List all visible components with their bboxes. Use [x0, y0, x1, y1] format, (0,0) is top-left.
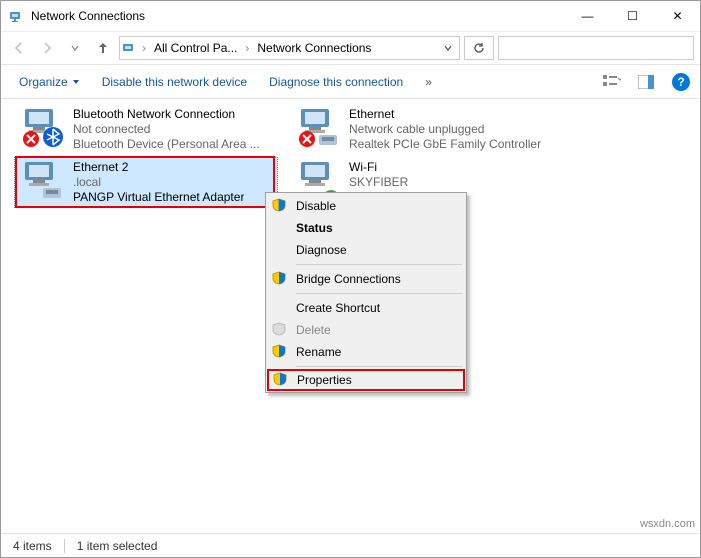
minimize-button[interactable]: —: [565, 1, 610, 31]
ctx-rename[interactable]: Rename: [268, 341, 464, 363]
connection-status: Network cable unplugged: [349, 122, 541, 137]
titlebar: Network Connections — ☐ ✕: [1, 1, 700, 31]
ctx-label: Disable: [296, 199, 336, 213]
connection-status: SKYFIBER: [349, 175, 408, 190]
spacer-icon: [272, 300, 288, 316]
connection-item-ethernet[interactable]: Ethernet Network cable unplugged Realtek…: [291, 105, 553, 154]
chevron-right-icon[interactable]: ›: [140, 41, 148, 55]
connection-device: Bluetooth Device (Personal Area ...: [73, 137, 260, 152]
item-count: 4 items: [13, 539, 52, 553]
organize-button[interactable]: Organize: [11, 71, 88, 93]
close-button[interactable]: ✕: [655, 1, 700, 31]
view-options-button[interactable]: [598, 70, 626, 94]
separator: [296, 264, 462, 265]
address-field[interactable]: › All Control Pa... › Network Connection…: [119, 36, 460, 60]
preview-pane-button[interactable]: [632, 70, 660, 94]
help-button[interactable]: ?: [672, 73, 690, 91]
separator: [64, 539, 65, 553]
ctx-delete: Delete: [268, 319, 464, 341]
ctx-bridge[interactable]: Bridge Connections: [268, 268, 464, 290]
app-icon: [9, 8, 25, 24]
network-connections-window: Network Connections — ☐ ✕ › All Control …: [0, 0, 701, 558]
ctx-disable[interactable]: Disable: [268, 195, 464, 217]
window-controls: — ☐ ✕: [565, 1, 700, 31]
separator: [296, 366, 462, 367]
ctx-properties[interactable]: Properties: [267, 369, 465, 391]
disable-device-button[interactable]: Disable this network device: [94, 71, 255, 93]
connection-device: Realtek PCIe GbE Family Controller: [349, 137, 541, 152]
refresh-button[interactable]: [464, 36, 494, 60]
shield-icon: [272, 198, 288, 214]
breadcrumb-current[interactable]: Network Connections: [253, 37, 375, 59]
shield-icon: [272, 271, 288, 287]
selected-count: 1 item selected: [77, 539, 158, 553]
more-commands-button[interactable]: »: [417, 71, 440, 93]
maximize-button[interactable]: ☐: [610, 1, 655, 31]
connection-name: Ethernet 2: [73, 160, 244, 175]
up-button[interactable]: [91, 36, 115, 60]
connection-status: .local: [73, 175, 244, 190]
connection-name: Wi-Fi: [349, 160, 408, 175]
watermark: wsxdn.com: [640, 518, 695, 530]
ctx-label: Properties: [297, 373, 352, 387]
ctx-label: Diagnose: [296, 243, 347, 257]
ctx-label: Delete: [296, 323, 331, 337]
breadcrumb-root[interactable]: All Control Pa...: [150, 37, 241, 59]
connection-status: Not connected: [73, 122, 260, 137]
diagnose-connection-button[interactable]: Diagnose this connection: [261, 71, 411, 93]
connection-device: PANGP Virtual Ethernet Adapter: [73, 190, 244, 205]
ctx-create-shortcut[interactable]: Create Shortcut: [268, 297, 464, 319]
spacer-icon: [272, 242, 288, 258]
forward-button[interactable]: [35, 36, 59, 60]
ctx-label: Create Shortcut: [296, 301, 380, 315]
connection-item-ethernet2[interactable]: Ethernet 2 .local PANGP Virtual Ethernet…: [15, 158, 277, 207]
context-menu: Disable Status Diagnose Bridge Connectio…: [265, 192, 467, 393]
spacer-icon: [272, 220, 288, 236]
connection-item-bluetooth[interactable]: Bluetooth Network Connection Not connect…: [15, 105, 277, 154]
search-input[interactable]: [498, 36, 694, 60]
ctx-label: Rename: [296, 345, 341, 359]
shield-icon: [273, 372, 289, 388]
window-title: Network Connections: [31, 9, 565, 23]
ctx-label: Status: [296, 221, 333, 235]
location-icon: [122, 40, 138, 56]
organize-label: Organize: [19, 75, 68, 89]
shield-icon: [272, 344, 288, 360]
address-bar: › All Control Pa... › Network Connection…: [1, 31, 700, 65]
status-bar: 4 items 1 item selected: [1, 533, 700, 557]
ctx-status[interactable]: Status: [268, 217, 464, 239]
chevron-right-icon[interactable]: ›: [243, 41, 251, 55]
ctx-label: Bridge Connections: [296, 272, 401, 286]
connection-icon: [295, 107, 343, 149]
command-bar: Organize Disable this network device Dia…: [1, 65, 700, 99]
connection-name: Bluetooth Network Connection: [73, 107, 260, 122]
chevron-down-icon: [72, 78, 80, 86]
connection-icon: [19, 160, 67, 202]
connections-list: Bluetooth Network Connection Not connect…: [1, 99, 700, 533]
shield-icon: [272, 322, 288, 338]
address-dropdown-button[interactable]: [439, 43, 457, 53]
back-button[interactable]: [7, 36, 31, 60]
ctx-diagnose[interactable]: Diagnose: [268, 239, 464, 261]
recent-locations-button[interactable]: [63, 36, 87, 60]
separator: [296, 293, 462, 294]
connection-name: Ethernet: [349, 107, 541, 122]
connection-icon: [19, 107, 67, 149]
